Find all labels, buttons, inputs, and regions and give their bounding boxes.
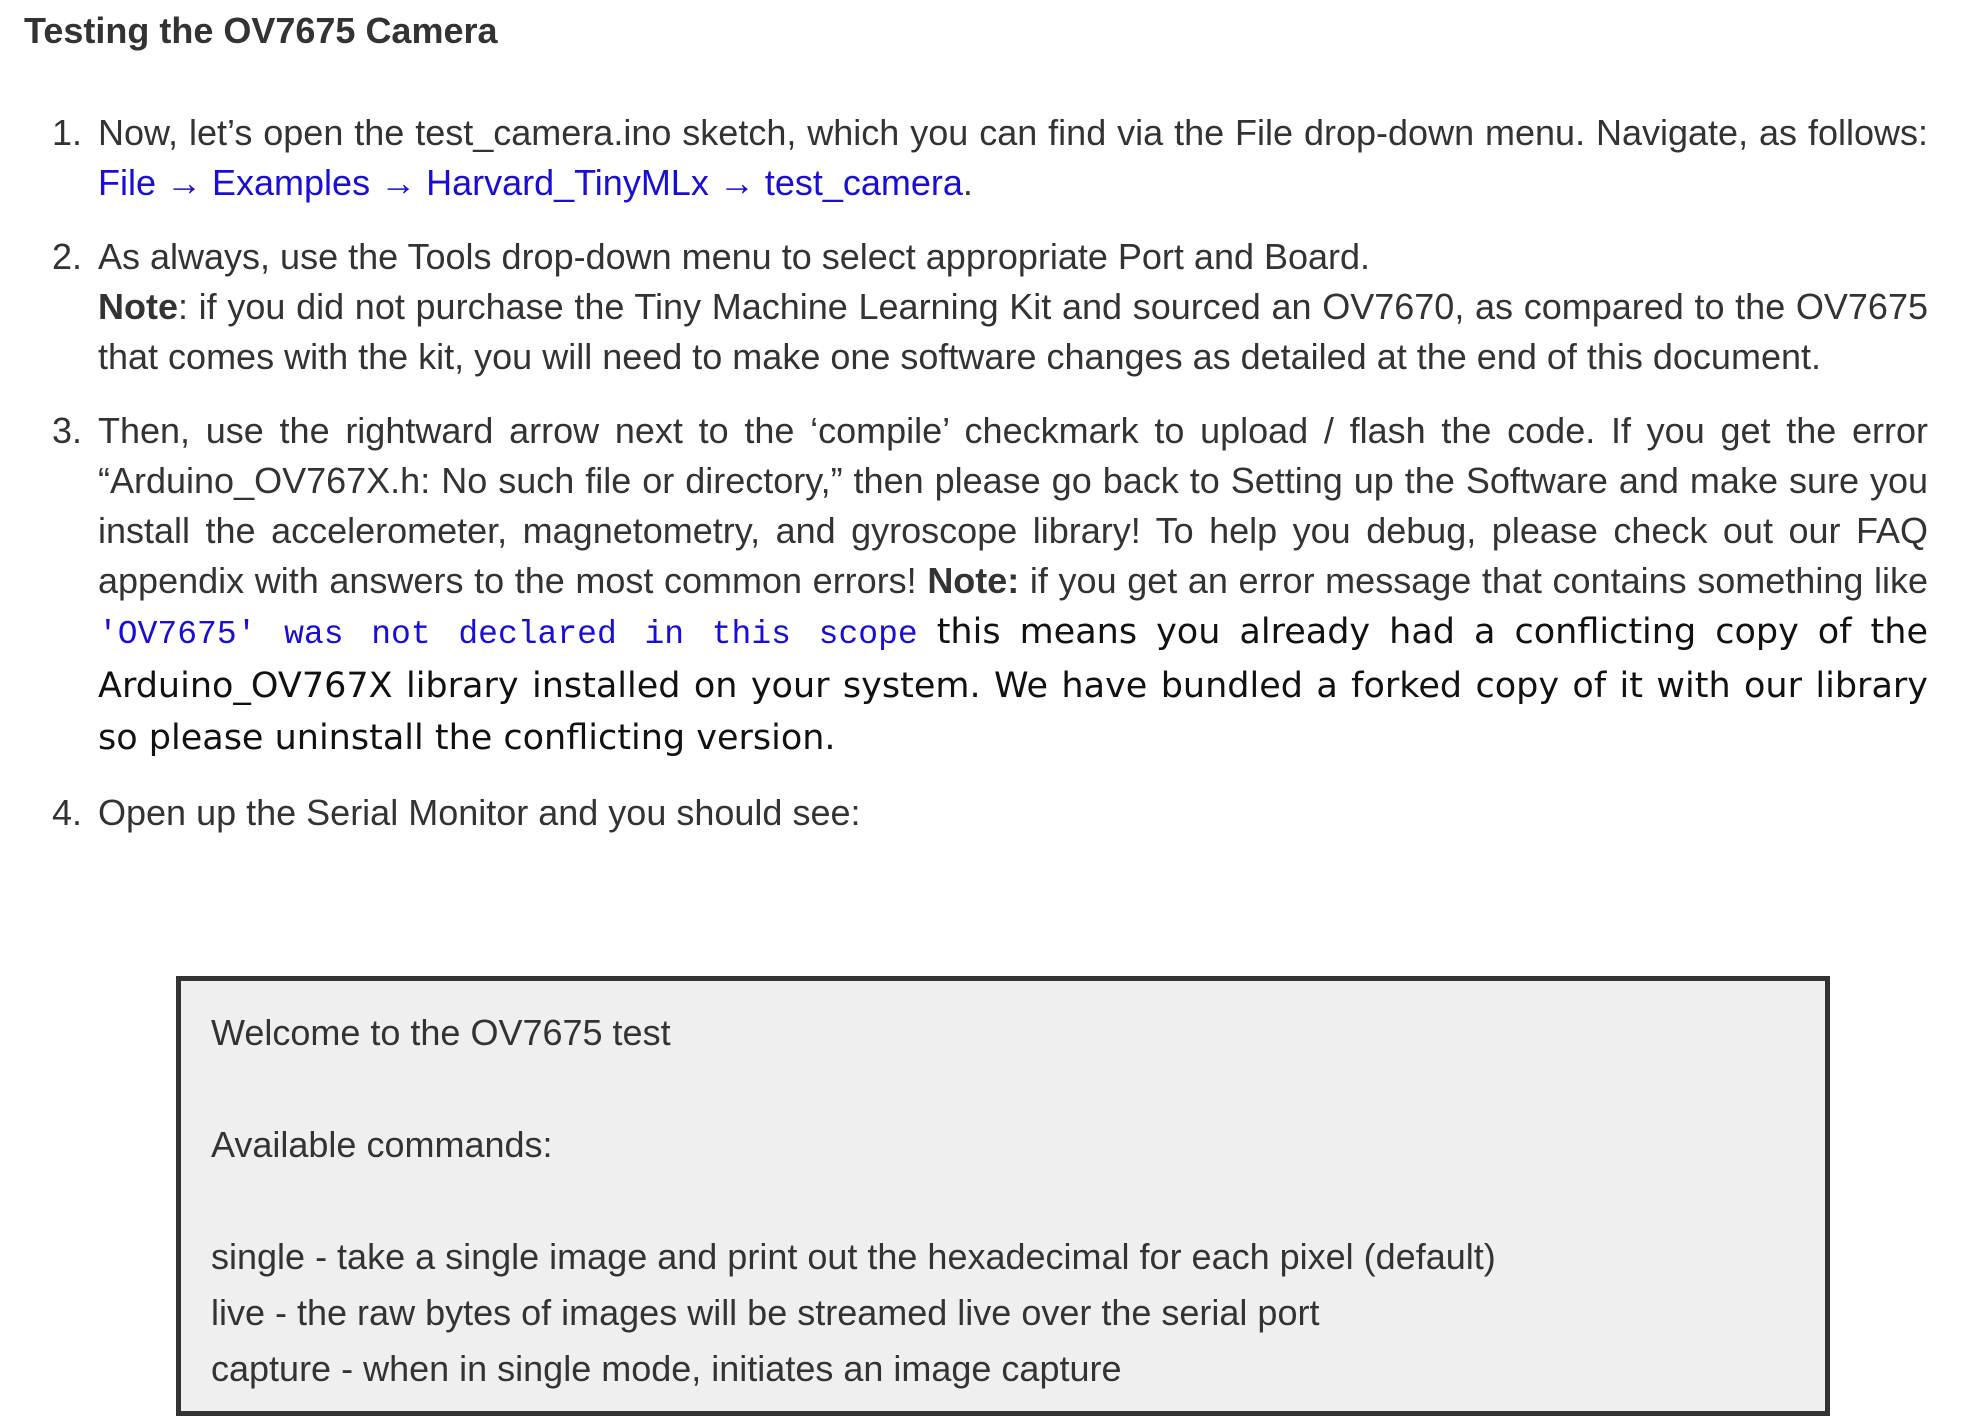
note-text: : if you did not purchase the Tiny Machi… (98, 286, 1928, 377)
serial-output-line: Welcome to the OV7675 test (211, 1012, 671, 1053)
document-page: Testing the OV7675 Camera 1. Now, let’s … (0, 0, 1972, 1416)
instruction-list: 1. Now, let’s open the test_camera.ino s… (52, 108, 1928, 862)
note-label: Note: (927, 560, 1020, 601)
list-item-step-4: 4. Open up the Serial Monitor and you sh… (52, 788, 1928, 838)
serial-monitor-output: Welcome to the OV7675 test Available com… (176, 976, 1830, 1416)
serial-output-line: live - the raw bytes of images will be s… (211, 1292, 1320, 1333)
step-number: 4. (52, 792, 83, 833)
step-number: 3. (52, 410, 83, 451)
step-text: As always, use the Tools drop-down menu … (98, 236, 1371, 277)
list-item-step-1: 1. Now, let’s open the test_camera.ino s… (52, 108, 1928, 208)
step-number: 2. (52, 236, 83, 277)
step-text: Open up the Serial Monitor and you shoul… (98, 792, 861, 833)
list-item-step-3: 3. Then, use the rightward arrow next to… (52, 406, 1928, 764)
list-item-step-2: 2. As always, use the Tools drop-down me… (52, 232, 1928, 382)
serial-output-line: single - take a single image and print o… (211, 1236, 1496, 1277)
serial-output-blank-line (211, 1061, 1795, 1117)
step-number: 1. (52, 112, 83, 153)
step-text-end: . (962, 162, 973, 203)
note-label: Note (98, 286, 178, 327)
note-text: if you get an error message that contain… (1019, 560, 1928, 601)
step-text: Now, let’s open the test_camera.ino sket… (98, 112, 1928, 153)
serial-output-line: Available commands: (211, 1124, 553, 1165)
error-code-snippet: 'OV7675' was not declared in this scope (98, 616, 918, 653)
serial-output-blank-line (211, 1173, 1795, 1229)
navigation-path-link[interactable]: File → Examples → Harvard_TinyMLx → test… (98, 162, 963, 203)
serial-output-line: capture - when in single mode, initiates… (211, 1348, 1122, 1389)
page-title: Testing the OV7675 Camera (24, 10, 498, 51)
